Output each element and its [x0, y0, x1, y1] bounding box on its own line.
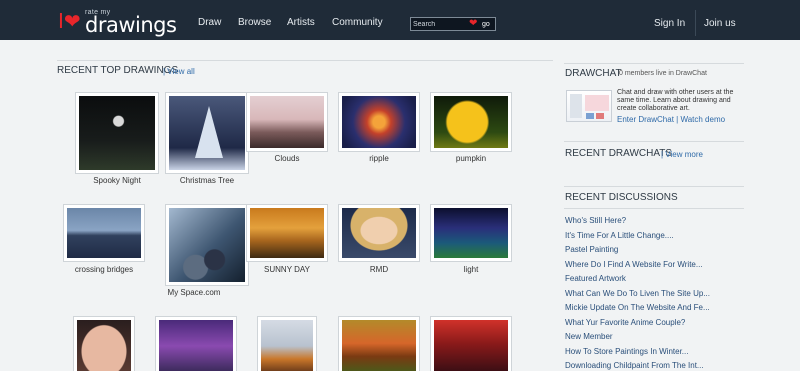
enter-drawchat-link[interactable]: Enter DrawChat: [617, 115, 674, 124]
discussion-link[interactable]: What Yur Favorite Anime Couple?: [565, 318, 745, 333]
search-go-button[interactable]: go: [482, 19, 490, 30]
drawchat-title: DRAWCHAT: [565, 68, 622, 79]
preview-canvas: [585, 95, 609, 111]
discussion-link[interactable]: How To Store Paintings In Winter...: [565, 347, 745, 362]
drawing-thumbnail-light[interactable]: [430, 204, 512, 262]
drawing-thumbnail-ripple[interactable]: [338, 92, 420, 152]
drawing-caption[interactable]: Spooky Night: [67, 176, 167, 185]
drawchat-preview-image[interactable]: [566, 90, 612, 122]
drawing-image: [159, 320, 233, 371]
sign-in-link[interactable]: Sign In: [654, 18, 685, 29]
logo-heart-icon: I❤: [58, 9, 81, 33]
drawing-caption[interactable]: Christmas Tree: [157, 176, 257, 185]
nav-artists[interactable]: Artists: [287, 17, 315, 28]
drawing-image: [250, 208, 324, 258]
drawing-thumbnail-crossing-bridges[interactable]: [63, 204, 145, 262]
section-divider: [564, 63, 744, 64]
drawing-thumbnail-spooky-night[interactable]: [75, 92, 159, 174]
drawing-caption[interactable]: crossing bridges: [54, 265, 154, 274]
discussion-link[interactable]: Mickie Update On The Website And Fe...: [565, 303, 745, 318]
drawing-caption[interactable]: light: [421, 265, 521, 274]
drawing-image: [434, 208, 508, 258]
drawing-image: [342, 96, 416, 148]
drawing-caption[interactable]: RMD: [329, 265, 429, 274]
drawing-thumbnail-rmd[interactable]: [338, 204, 420, 262]
drawing-image: [79, 96, 155, 170]
preview-swatch: [586, 113, 594, 119]
site-logo[interactable]: I❤ rate my drawings: [58, 7, 183, 37]
join-us-link[interactable]: Join us: [704, 18, 736, 29]
nav-browse[interactable]: Browse: [238, 17, 271, 28]
section-divider: [57, 60, 553, 61]
drawing-caption[interactable]: My Space.com: [144, 288, 244, 297]
drawing-image: [67, 208, 141, 258]
preview-swatch: [596, 113, 604, 119]
view-all-drawings-link[interactable]: | View all: [163, 67, 195, 76]
drawing-image: [434, 320, 508, 371]
drawing-caption[interactable]: Clouds: [237, 154, 337, 163]
drawing-thumbnail[interactable]: [155, 316, 237, 371]
drawing-image: [434, 96, 508, 148]
drawing-thumbnail-sunny-day[interactable]: [246, 204, 328, 262]
search-input[interactable]: [413, 19, 465, 30]
discussion-link[interactable]: New Member: [565, 332, 745, 347]
nav-draw[interactable]: Draw: [198, 17, 221, 28]
drawing-caption[interactable]: ripple: [329, 154, 429, 163]
top-navigation-bar: I❤ rate my drawings Draw Browse Artists …: [0, 0, 800, 40]
drawchat-member-count: 0 members live in DrawChat: [619, 70, 707, 77]
drawing-image: [250, 96, 324, 148]
discussion-link[interactable]: Featured Artwork: [565, 274, 745, 289]
recent-top-drawings-title: RECENT TOP DRAWINGS: [57, 65, 179, 76]
search-heart-icon: ❤: [469, 18, 478, 29]
search-box: ❤ go: [410, 17, 496, 31]
drawing-thumbnail[interactable]: [73, 316, 135, 371]
drawchat-links: Enter DrawChat | Watch demo: [617, 115, 725, 124]
drawing-image: [77, 320, 131, 371]
drawing-thumbnail[interactable]: [338, 316, 420, 371]
nav-community[interactable]: Community: [332, 17, 383, 28]
drawing-caption[interactable]: pumpkin: [421, 154, 521, 163]
recent-drawchats-title: RECENT DRAWCHATS: [565, 148, 673, 159]
section-divider: [564, 208, 744, 209]
discussion-link[interactable]: It's Time For A Little Change....: [565, 231, 745, 246]
auth-divider: [695, 10, 696, 36]
drawing-thumbnail-clouds[interactable]: [246, 92, 328, 152]
watch-demo-link[interactable]: Watch demo: [680, 115, 725, 124]
drawing-image: [342, 320, 416, 371]
discussion-list: Who's Still Here? It's Time For A Little…: [565, 216, 745, 371]
drawing-image: [342, 208, 416, 258]
discussion-link[interactable]: Pastel Painting: [565, 245, 745, 260]
recent-discussions-title: RECENT DISCUSSIONS: [565, 192, 678, 203]
drawing-image: [169, 96, 245, 170]
drawing-caption[interactable]: SUNNY DAY: [237, 265, 337, 274]
drawing-image: [261, 320, 313, 371]
discussion-link[interactable]: Where Do I Find A Website For Write...: [565, 260, 745, 275]
drawchat-description: Chat and draw with other users at the sa…: [617, 89, 734, 112]
section-divider: [564, 186, 744, 187]
section-divider: [564, 141, 744, 142]
discussion-link[interactable]: What Can We Do To Liven The Site Up...: [565, 289, 745, 304]
discussion-link[interactable]: Who's Still Here?: [565, 216, 745, 231]
view-more-drawchats-link[interactable]: | View more: [661, 150, 703, 159]
drawing-thumbnail[interactable]: [257, 316, 317, 371]
discussion-link[interactable]: Downloading Childpaint From The Int...: [565, 361, 745, 371]
preview-toolbar: [570, 94, 582, 118]
drawing-image: [169, 208, 245, 282]
drawing-thumbnail-pumpkin[interactable]: [430, 92, 512, 152]
logo-drawings: drawings: [85, 13, 177, 37]
drawing-thumbnail[interactable]: [430, 316, 512, 371]
